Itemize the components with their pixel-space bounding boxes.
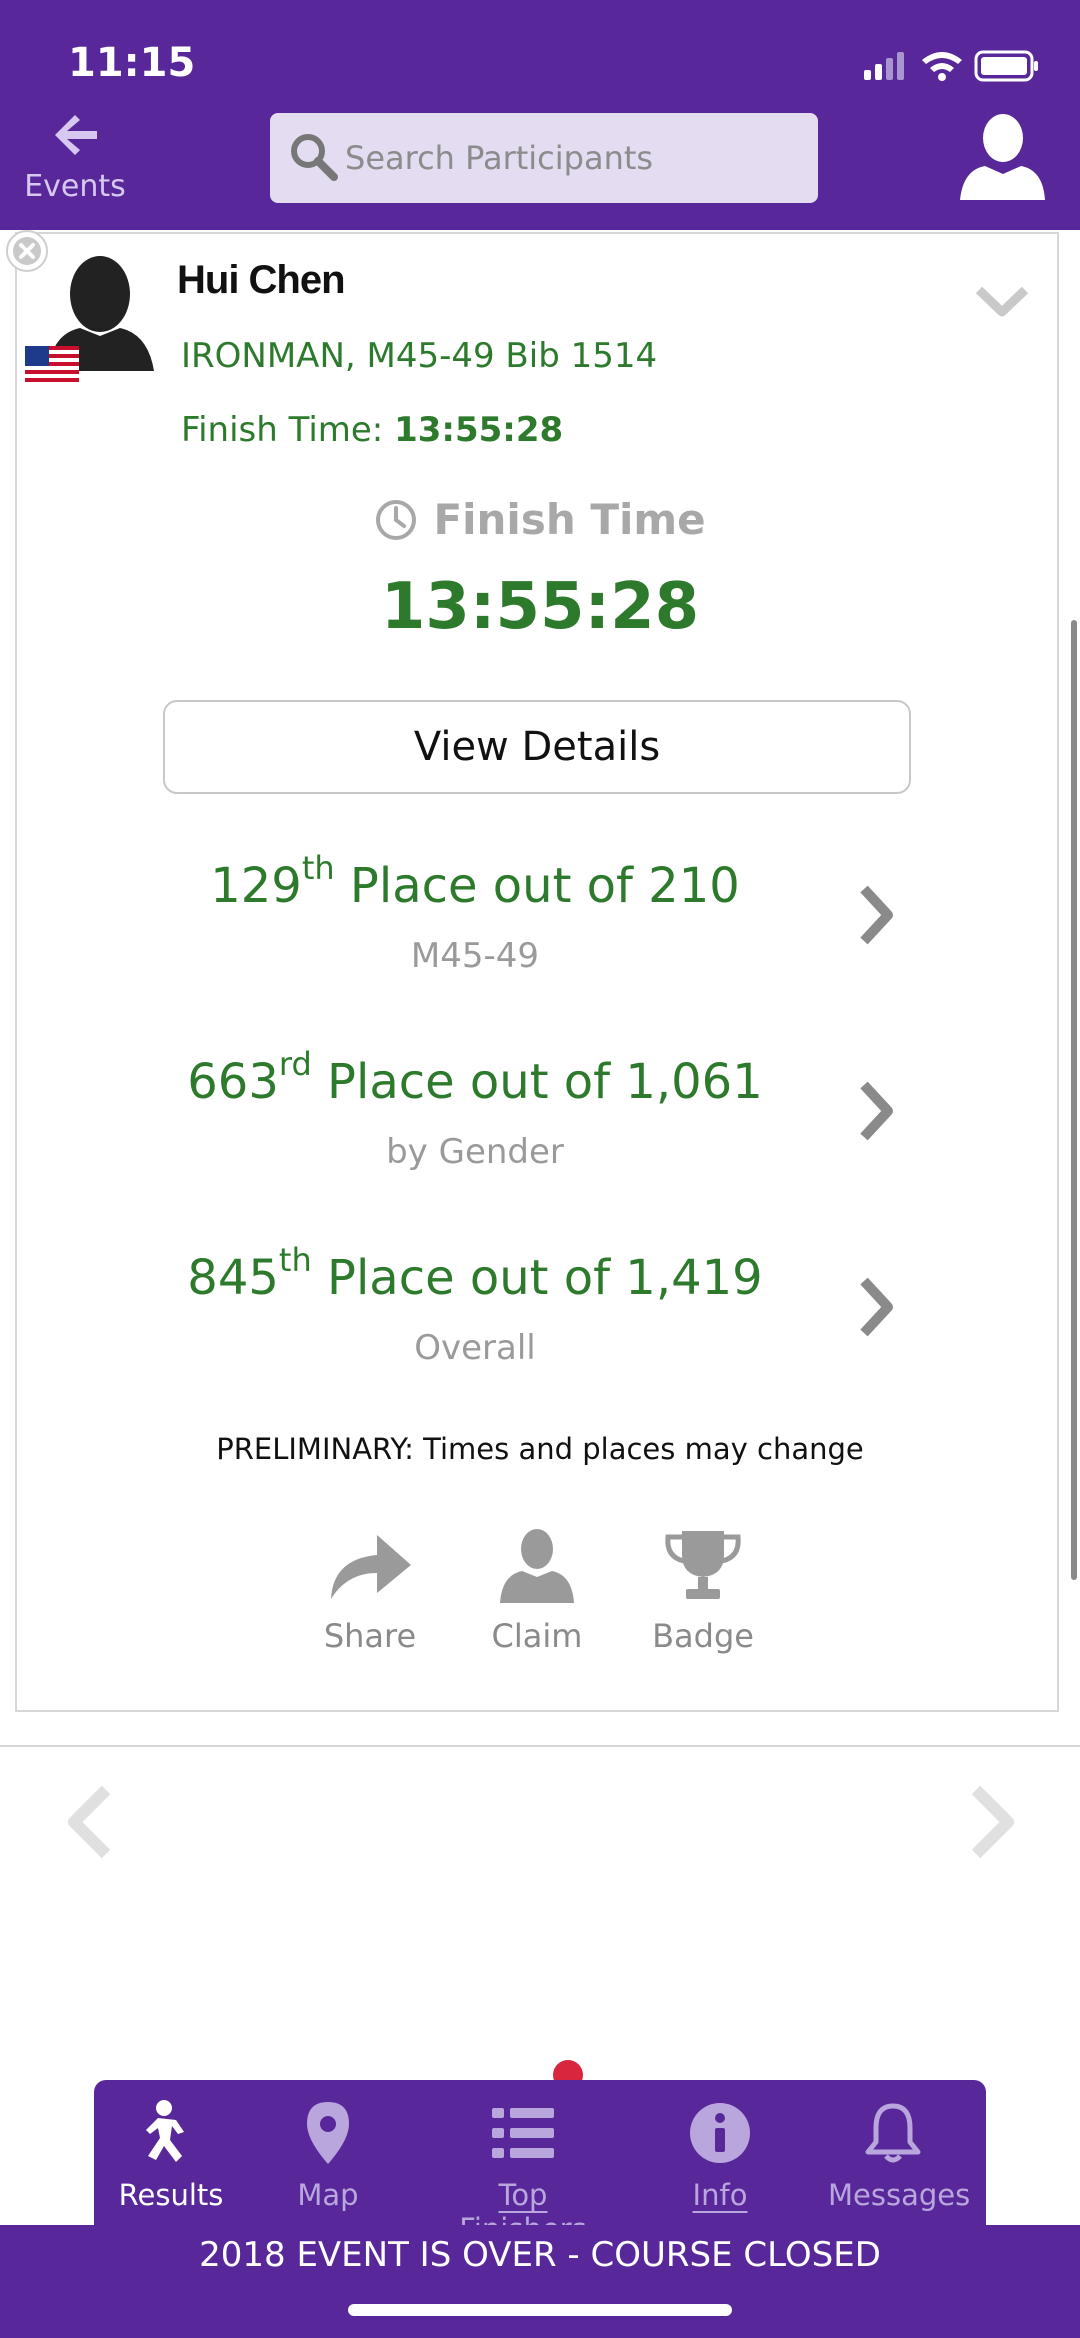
- tab-info[interactable]: Info: [670, 2098, 770, 2212]
- clock-icon: [376, 499, 417, 540]
- event-status-text: 2018 EVENT IS OVER - COURSE CLOSED: [199, 2235, 881, 2275]
- chevron-down-icon[interactable]: [975, 282, 1030, 322]
- tab-map[interactable]: Map: [278, 2098, 378, 2212]
- tab-top-finishers[interactable]: Top Finishers: [438, 2098, 608, 2246]
- chevron-right-icon: [860, 1277, 893, 1337]
- participant-name: Hui Chen: [177, 258, 346, 302]
- back-arrow-icon: [55, 115, 97, 155]
- home-indicator[interactable]: [348, 2304, 732, 2316]
- tab-messages-label: Messages: [828, 2178, 971, 2212]
- place-sub: Overall: [414, 1328, 536, 1368]
- place-row-gender[interactable]: 663rd Place out of 1,061 by Gender: [0, 1045, 1080, 1204]
- us-flag-icon: [25, 346, 79, 386]
- search-input[interactable]: [345, 113, 805, 203]
- info-icon: [690, 2103, 750, 2163]
- place-row-overall[interactable]: 845th Place out of 1,419 Overall: [0, 1241, 1080, 1400]
- chevron-left-icon[interactable]: [60, 1782, 120, 1862]
- back-label: Events: [24, 169, 126, 204]
- participant-finish-line: Finish Time: 13:55:28: [181, 410, 563, 450]
- place-row-division[interactable]: 129th Place out of 210 M45-49: [0, 849, 1080, 1008]
- tab-info-label: Info: [692, 2178, 748, 2212]
- bell-icon: [865, 2103, 921, 2163]
- close-card-button[interactable]: [6, 230, 48, 272]
- finish-prefix: Finish Time:: [181, 410, 384, 450]
- chevron-right-icon: [860, 1081, 893, 1141]
- place-main: 129th Place out of 210: [210, 849, 740, 914]
- status-icons: [860, 46, 1040, 90]
- list-icon: [492, 2108, 554, 2158]
- badge-button[interactable]: Badge: [633, 1525, 773, 1655]
- share-icon: [331, 1535, 411, 1599]
- back-to-events-button[interactable]: Events: [20, 105, 130, 215]
- badge-label: Badge: [652, 1617, 754, 1655]
- tab-results-label: Results: [118, 2178, 224, 2212]
- place-sub: M45-49: [410, 936, 540, 976]
- runner-icon: [146, 2100, 184, 2162]
- status-time: 11:15: [68, 40, 196, 86]
- user-icon: [960, 114, 1045, 200]
- profile-button[interactable]: [955, 108, 1050, 203]
- place-main: 845th Place out of 1,419: [187, 1241, 763, 1306]
- view-details-button[interactable]: View Details: [163, 700, 911, 794]
- user-claim-icon: [500, 1529, 574, 1603]
- finish-value-small: 13:55:28: [394, 410, 564, 450]
- tab-map-label: Map: [297, 2178, 359, 2212]
- place-sub: by Gender: [386, 1132, 564, 1172]
- trophy-icon: [665, 1531, 741, 1599]
- place-main: 663rd Place out of 1,061: [187, 1045, 763, 1110]
- search-box[interactable]: [270, 113, 818, 203]
- map-pin-icon: [307, 2102, 349, 2164]
- tab-results[interactable]: Results: [110, 2098, 232, 2212]
- search-icon: [291, 134, 338, 181]
- preliminary-note: PRELIMINARY: Times and places may change: [216, 1432, 864, 1466]
- share-label: Share: [323, 1617, 417, 1655]
- share-button[interactable]: Share: [300, 1525, 440, 1655]
- signal-wifi-battery-icon: [864, 50, 1038, 82]
- tab-messages[interactable]: Messages: [828, 2098, 971, 2212]
- claim-button[interactable]: Claim: [467, 1525, 607, 1655]
- chevron-right-icon[interactable]: [962, 1782, 1022, 1862]
- chevron-right-icon: [860, 885, 893, 945]
- claim-label: Claim: [491, 1617, 583, 1655]
- participant-division: IRONMAN, M45-49 Bib 1514: [181, 336, 658, 376]
- finish-time-value: 13:55:28: [380, 570, 700, 644]
- close-icon: [13, 237, 41, 265]
- finish-time-label: Finish Time: [433, 495, 706, 544]
- finish-time-heading: Finish Time: [0, 495, 1080, 544]
